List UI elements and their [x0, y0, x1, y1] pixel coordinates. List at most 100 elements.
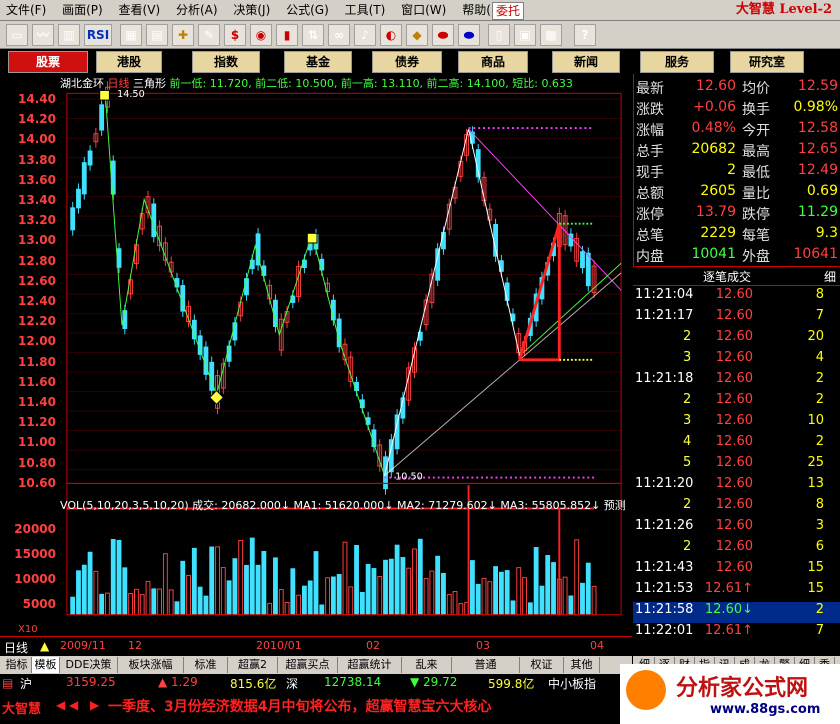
menu-formula[interactable]: 公式(G)	[280, 0, 335, 20]
trade-row[interactable]: 11:21:20 12.60 13	[633, 476, 840, 497]
quote-label: 外盘	[742, 249, 770, 265]
tab-1[interactable]: 模板	[32, 657, 60, 673]
volume-bar	[533, 547, 539, 616]
news-prev-icon[interactable]: ◀ ◀	[56, 698, 78, 712]
open-icon[interactable]: ▭	[6, 24, 28, 46]
menu-view-page[interactable]: 画面(P)	[56, 0, 109, 20]
tab-7[interactable]: 超赢统计	[338, 657, 402, 673]
volume-bar	[255, 564, 261, 616]
tab-6[interactable]: 超赢买点	[278, 657, 338, 673]
volume-bar	[302, 585, 307, 616]
trade-row[interactable]: 2 12.60 8	[633, 497, 840, 518]
volume-bar	[522, 577, 527, 616]
price-tick-label: 13.80	[18, 152, 56, 167]
market-research-button[interactable]: 研究室	[730, 51, 804, 73]
trade-row[interactable]: 11:21:17 12.60 7	[633, 308, 840, 329]
diamond-icon[interactable]: ◆	[406, 24, 428, 46]
bell-icon[interactable]: ♪	[354, 24, 376, 46]
trade-time: 4	[683, 434, 692, 449]
tab-10[interactable]: 权证	[520, 657, 564, 673]
volume-bar	[162, 553, 168, 616]
bars-icon[interactable]: ▮	[276, 24, 298, 46]
tab-0[interactable]: 指标	[2, 657, 32, 673]
volume-bar	[574, 539, 580, 616]
grid-icon[interactable]: ▩	[540, 24, 562, 46]
trade-row[interactable]: 2 12.60 20	[633, 329, 840, 350]
quote-row: 涨停 13.79 跌停 11.29	[634, 204, 840, 225]
market-stocks-button[interactable]: 股票	[8, 51, 88, 73]
menu-tools[interactable]: 工具(T)	[339, 0, 392, 20]
trade-row[interactable]: 2 12.60 6	[633, 539, 840, 560]
traffic-icon[interactable]: ◉	[250, 24, 272, 46]
news-headline[interactable]: 一季度、3月份经济数据4月中旬将公布，超赢智慧宝六大核心	[108, 696, 491, 716]
delegate-button[interactable]: 委托	[492, 2, 524, 20]
volume-bar	[452, 591, 458, 616]
tab-9[interactable]: 普通	[452, 657, 520, 673]
news-next-icon[interactable]: ▶	[90, 698, 99, 712]
volume-bar	[475, 583, 481, 616]
menu-view[interactable]: 查看(V)	[113, 0, 167, 20]
menu-file[interactable]: 文件(F)	[0, 0, 52, 20]
trade-row[interactable]: 2 12.60 2	[633, 392, 840, 413]
quote-label: 最高	[742, 144, 770, 160]
menu-analysis[interactable]: 分析(A)	[170, 0, 224, 20]
quote-label: 换手	[742, 102, 770, 118]
trade-row[interactable]: 5 12.60 25	[633, 455, 840, 476]
trade-price: 12.60	[715, 539, 753, 554]
trade-time: 2	[683, 392, 692, 407]
layout-icon[interactable]: ▣	[514, 24, 536, 46]
table-icon[interactable]: ▦	[120, 24, 142, 46]
trades-detail-toggle[interactable]: 细	[824, 268, 836, 285]
date-axis: 日线 ▲ 2009/11 12 2010/01 02 03 04	[0, 636, 632, 657]
trade-row[interactable]: 4 12.60 2	[633, 434, 840, 455]
volume-bar	[76, 570, 81, 616]
kline-icon[interactable]: ▥	[58, 24, 80, 46]
tab-8[interactable]: 乱来	[402, 657, 452, 673]
trade-row[interactable]: 11:21:53 12.61↑ 15	[633, 581, 840, 602]
crosshair-icon[interactable]: ✚	[172, 24, 194, 46]
trade-row[interactable]: 11:21:18 12.60 2	[633, 371, 840, 392]
trade-row[interactable]: 11:21:43 12.60 15	[633, 560, 840, 581]
menu-decision[interactable]: 决策(J)	[227, 0, 276, 20]
sort-icon[interactable]: ⇅	[302, 24, 324, 46]
trade-row[interactable]: 11:21:58 12.60↓ 2	[633, 602, 840, 623]
sz-label: 深	[286, 677, 299, 691]
trade-price: 12.60	[715, 308, 753, 323]
pill2-icon[interactable]: ⬬	[458, 24, 480, 46]
rsi-icon[interactable]: RSI	[84, 24, 112, 46]
market-commodity-button[interactable]: 商品	[458, 51, 528, 73]
quote-label: 内盘	[636, 249, 664, 265]
tab-4[interactable]: 标准	[184, 657, 228, 673]
market-service-button[interactable]: 服务	[640, 51, 714, 73]
calendar-icon[interactable]: ▤	[146, 24, 168, 46]
market-fund-button[interactable]: 基金	[284, 51, 352, 73]
trade-row[interactable]: 3 12.60 10	[633, 413, 840, 434]
trade-row[interactable]: 11:22:01 12.61↑ 7	[633, 623, 840, 644]
market-hk-button[interactable]: 港股	[96, 51, 162, 73]
chart-icon[interactable]: 〰	[32, 24, 54, 46]
tab-11[interactable]: 其他	[564, 657, 600, 673]
menu-window[interactable]: 窗口(W)	[395, 0, 452, 20]
tab-5[interactable]: 超赢2	[228, 657, 278, 673]
volume-bar	[446, 594, 452, 616]
kline-chart[interactable]: 14.50 10.50	[0, 74, 632, 634]
pill-icon[interactable]: ⬬	[432, 24, 454, 46]
trade-row[interactable]: 11:21:26 12.60 3	[633, 518, 840, 539]
date-label: 12	[128, 639, 142, 652]
binocular-icon[interactable]: ∞	[328, 24, 350, 46]
dollar-icon[interactable]: $	[224, 24, 246, 46]
trade-row[interactable]: 11:21:04 12.60 8	[633, 287, 840, 308]
volume-bar	[191, 547, 197, 616]
trade-row[interactable]: 3 12.60 4	[633, 350, 840, 371]
tab-2[interactable]: DDE决策	[60, 657, 118, 673]
trade-quantity: 4	[815, 350, 824, 365]
book-icon[interactable]: ▯	[488, 24, 510, 46]
quote-label: 最低	[742, 165, 770, 181]
market-news-button[interactable]: 新闻	[552, 51, 620, 73]
help-icon[interactable]: ?	[574, 24, 596, 46]
market-index-button[interactable]: 指数	[192, 51, 260, 73]
ruler-icon[interactable]: ✎	[198, 24, 220, 46]
market-bond-button[interactable]: 债券	[372, 51, 442, 73]
tab-3[interactable]: 板块涨幅	[118, 657, 184, 673]
info-icon[interactable]: ◐	[380, 24, 402, 46]
